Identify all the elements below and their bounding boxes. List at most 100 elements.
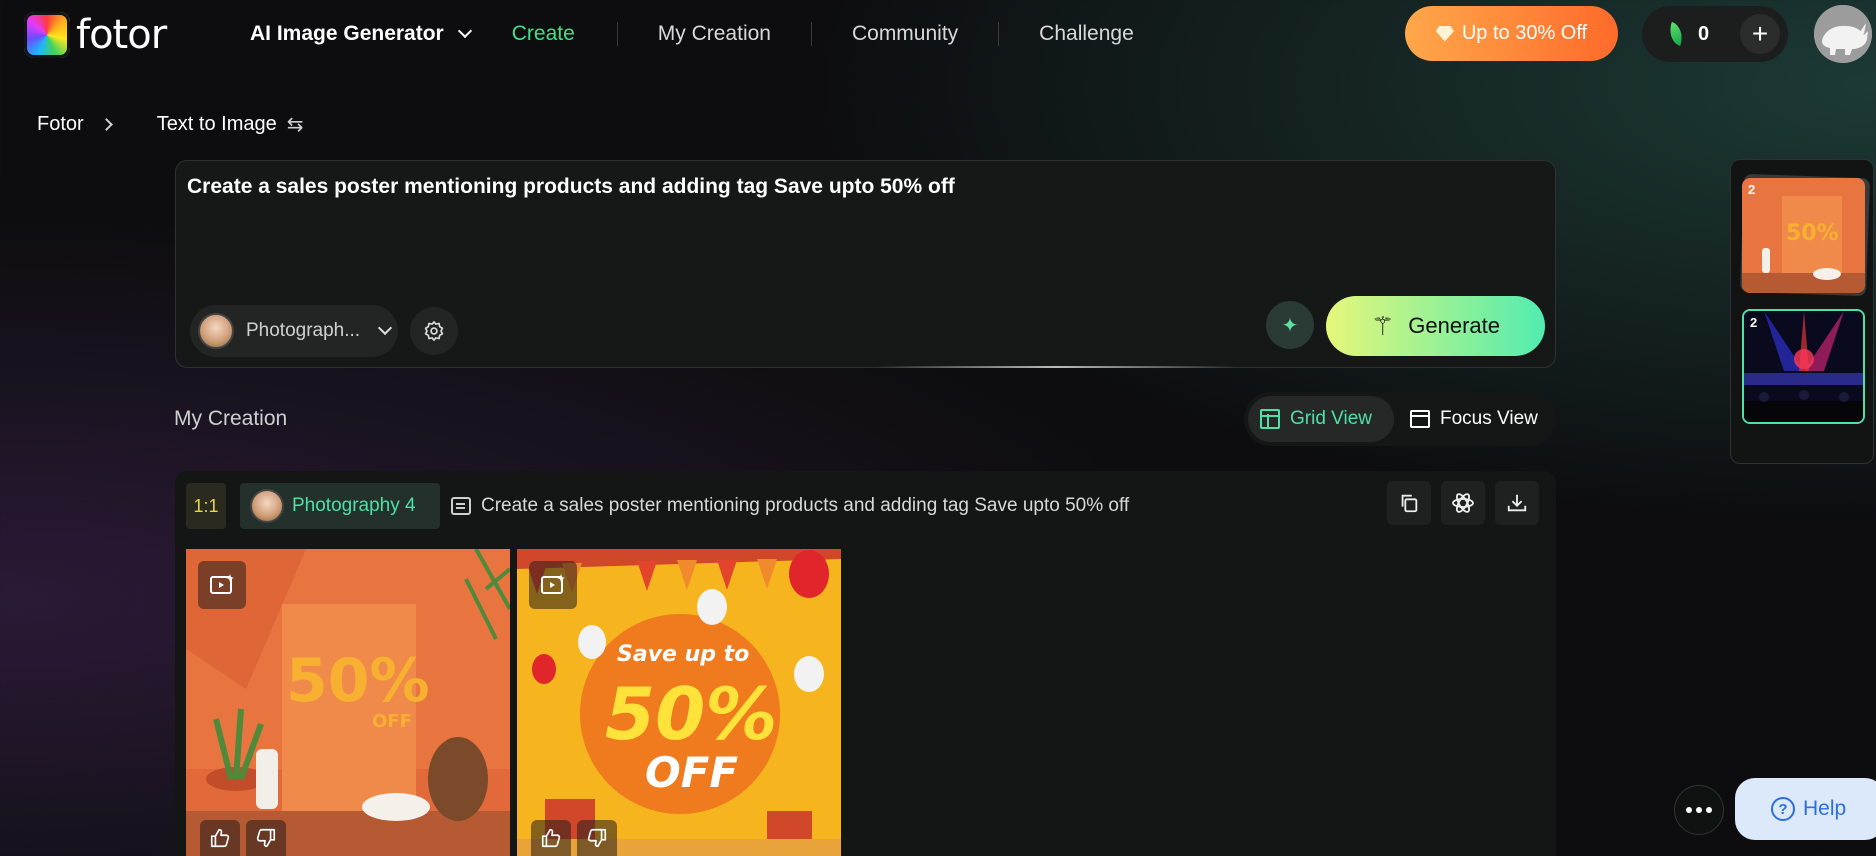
download-button[interactable]: [1495, 481, 1539, 525]
history-thumb-orange: 50%: [1742, 178, 1865, 293]
thumbs-up-button[interactable]: [200, 820, 240, 856]
grid-view-label: Grid View: [1290, 408, 1373, 429]
fotor-logo-icon: [24, 12, 70, 58]
nav-ai-image-generator-label: AI Image Generator: [250, 22, 444, 45]
more-dot: [1686, 807, 1692, 813]
diamond-icon: [1435, 25, 1454, 42]
prompt-input[interactable]: Create a sales poster mentioning product…: [187, 175, 955, 199]
enhance-prompt-button[interactable]: ✦: [1266, 301, 1314, 349]
focus-view-label: Focus View: [1440, 408, 1538, 429]
section-title: My Creation: [174, 407, 288, 430]
credits-widget[interactable]: 0 +: [1642, 6, 1788, 62]
history-thumb-concert: [1744, 311, 1863, 422]
thumbs-down-button[interactable]: [246, 820, 286, 856]
history-rail: 2 50% 2: [1730, 159, 1874, 464]
image-2-small-text: OFF: [645, 748, 738, 797]
prompt-icon: [451, 497, 471, 515]
prompt-box: Create a sales poster mentioning product…: [175, 160, 1556, 368]
creation-prompt-text: Create a sales poster mentioning product…: [481, 495, 1130, 516]
nav-ai-image-generator[interactable]: AI Image Generator: [250, 18, 472, 50]
promo-label: Up to 30% Off: [1461, 22, 1588, 44]
sparkle-icon: ✦: [1281, 314, 1299, 337]
image-2-top-text: Save up to: [617, 642, 749, 667]
copy-button[interactable]: [1387, 481, 1431, 525]
gear-icon: [424, 321, 444, 341]
atom-icon: [1452, 493, 1474, 513]
more-dot: [1706, 807, 1712, 813]
history-item-2[interactable]: 2: [1742, 309, 1865, 424]
focus-icon: [1410, 410, 1430, 428]
logo-text: fotor: [76, 12, 167, 58]
reaction-bar: [531, 820, 617, 856]
credit-count: 0: [1698, 22, 1710, 45]
thumbs-up-button[interactable]: [531, 820, 571, 856]
grid-view-button[interactable]: Grid View: [1248, 396, 1394, 442]
swap-icon[interactable]: ⇆: [287, 112, 304, 137]
image-1-small-text: OFF: [372, 711, 412, 732]
copy-icon: [1401, 494, 1418, 513]
magic-wand-icon: ⚚: [1370, 310, 1395, 341]
help-button[interactable]: ? Help: [1735, 778, 1876, 840]
add-credits-button[interactable]: +: [1740, 14, 1780, 54]
aspect-ratio-badge: 1:1: [186, 483, 226, 529]
glow-divider: [876, 366, 1236, 368]
thumbs-down-icon: [256, 828, 276, 848]
leaf-credit-icon: [1665, 21, 1687, 47]
thumbs-down-icon: [587, 828, 607, 848]
animate-image-button[interactable]: [529, 561, 577, 609]
history-item-1[interactable]: 2 50%: [1742, 178, 1865, 293]
model-chip[interactable]: Photography 4: [240, 483, 440, 529]
thumbs-up-icon: [210, 828, 230, 848]
nav-my-creation[interactable]: My Creation: [658, 18, 771, 50]
style-label: Photograph...: [246, 320, 361, 341]
history-count: 2: [1748, 182, 1756, 197]
creation-card: 1:1 Photography 4 Create a sales poster …: [175, 471, 1556, 856]
fotor-logo[interactable]: fotor: [24, 12, 167, 58]
breadcrumb-fotor[interactable]: Fotor: [37, 113, 84, 136]
chevron-down-icon: [378, 320, 393, 336]
promo-button[interactable]: Up to 30% Off: [1405, 6, 1618, 61]
image-2-big-text: 50%: [605, 672, 777, 756]
chevron-down-icon: [457, 23, 472, 39]
history-thumb-text: 50%: [1786, 221, 1839, 246]
chevron-right-icon: [99, 118, 113, 131]
image-1-big-text: 50%: [286, 646, 430, 716]
nav-challenge[interactable]: Challenge: [1039, 18, 1134, 50]
animate-image-button[interactable]: [198, 561, 246, 609]
generated-image-2[interactable]: Save up to 50% OFF: [517, 549, 841, 856]
model-label: Photography 4: [292, 495, 416, 516]
question-icon: ?: [1771, 797, 1795, 821]
nav-community[interactable]: Community: [852, 18, 958, 50]
generated-image-1[interactable]: 50% OFF: [186, 549, 510, 856]
history-count: 2: [1750, 315, 1758, 330]
thumbs-down-button[interactable]: [577, 820, 617, 856]
nav-divider: [616, 22, 618, 46]
more-options-button[interactable]: [1674, 785, 1724, 835]
video-frame-icon: [210, 574, 234, 594]
help-label: Help: [1803, 797, 1847, 820]
reaction-bar: [200, 820, 286, 856]
card-actions: [1387, 481, 1539, 525]
nav-divider: [810, 22, 812, 46]
style-avatar: [198, 313, 234, 349]
nav-divider: [998, 22, 1000, 46]
settings-button[interactable]: [410, 307, 458, 355]
nav-create[interactable]: Create: [512, 18, 575, 50]
top-header: fotor AI Image Generator Create My Creat…: [0, 0, 1876, 68]
thumbs-up-icon: [541, 828, 561, 848]
view-toggle: Grid View Focus View: [1244, 392, 1556, 446]
video-frame-icon: [541, 574, 565, 594]
style-selector[interactable]: Photograph...: [190, 305, 398, 357]
main-nav: AI Image Generator Create My Creation Co…: [250, 18, 1134, 50]
user-avatar[interactable]: [1814, 5, 1872, 63]
more-dot: [1696, 807, 1702, 813]
creation-prompt[interactable]: Create a sales poster mentioning product…: [451, 495, 1129, 517]
generate-label: Generate: [1408, 313, 1501, 338]
remix-button[interactable]: [1441, 481, 1485, 525]
focus-view-button[interactable]: Focus View: [1398, 396, 1550, 442]
download-icon: [1507, 494, 1527, 512]
generate-button[interactable]: ⚚ Generate: [1326, 296, 1545, 356]
grid-icon: [1260, 409, 1280, 429]
rhino-avatar-icon: [1814, 5, 1872, 63]
breadcrumb-text-to-image[interactable]: Text to Image: [157, 113, 277, 136]
